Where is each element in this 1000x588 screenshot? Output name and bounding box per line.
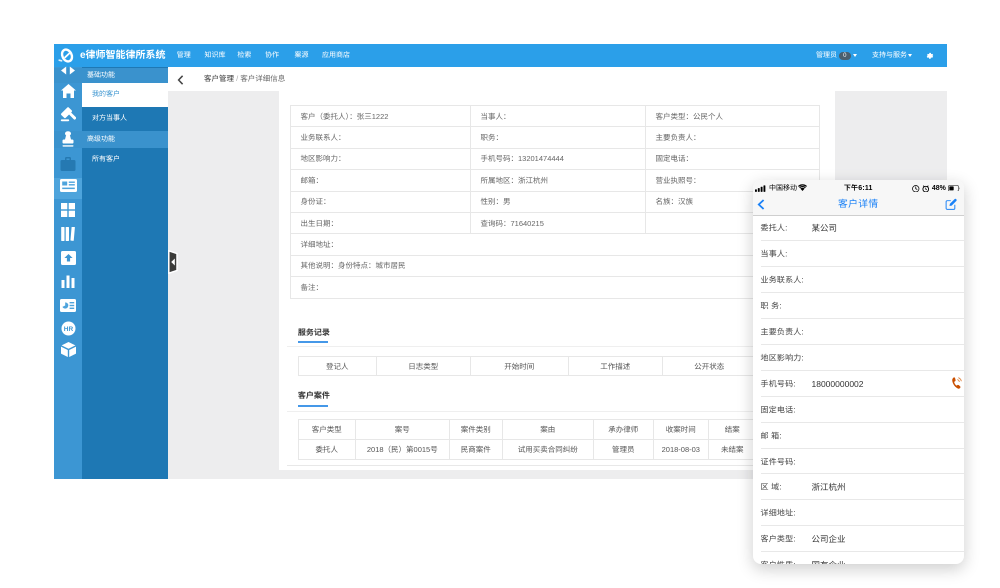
svg-text:HR: HR xyxy=(63,326,73,333)
